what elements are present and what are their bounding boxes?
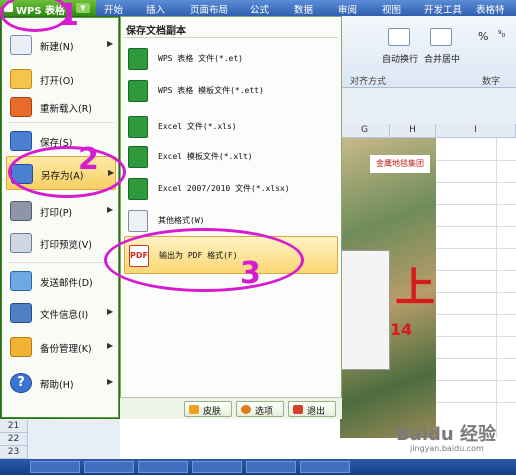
print-preview-icon — [10, 233, 32, 253]
reload-icon — [10, 97, 32, 117]
tab-insert[interactable]: 插入 — [146, 2, 165, 16]
wrap-text-button[interactable]: 自动换行 — [382, 52, 418, 65]
grid-line — [436, 314, 516, 315]
menu-item-print-preview[interactable]: 打印预览(V) — [6, 226, 116, 260]
skin-button[interactable]: 皮肤 — [184, 401, 232, 417]
taskbar-item[interactable] — [246, 461, 296, 473]
poster-badge: 金鹰地毯集团 — [370, 155, 430, 173]
tab-table-special[interactable]: 表格特 — [476, 2, 505, 16]
annotation-circle-3 — [104, 228, 304, 292]
gear-icon — [241, 405, 251, 414]
annotation-number-2: 2 — [78, 142, 99, 177]
grid-line — [436, 182, 516, 183]
save-icon — [10, 131, 32, 151]
menu-item-backup[interactable]: 备份管理(K) ▶ — [6, 330, 116, 364]
column-header-i[interactable]: I — [436, 124, 516, 138]
taskbar-item[interactable] — [84, 461, 134, 473]
tab-page-layout[interactable]: 页面布局 — [190, 2, 228, 16]
merge-center-icon[interactable] — [430, 28, 452, 46]
tab-developer[interactable]: 开发工具 — [424, 2, 462, 16]
menu-item-help[interactable]: ? 帮助(H) ▶ — [6, 366, 116, 400]
grid-line — [436, 248, 516, 249]
poster-panel — [340, 250, 390, 370]
annotation-circle-2 — [8, 146, 126, 198]
exit-button[interactable]: 退出 — [288, 401, 336, 417]
annotation-number-1: 1 — [58, 0, 79, 33]
taskbar-item[interactable] — [192, 461, 242, 473]
grid-line — [436, 292, 516, 293]
skin-icon — [189, 405, 199, 414]
new-file-icon — [10, 35, 32, 55]
taskbar-item[interactable] — [138, 461, 188, 473]
file-info-icon — [10, 303, 32, 323]
tab-formulas[interactable]: 公式 — [250, 2, 269, 16]
options-button[interactable]: 选项 — [236, 401, 284, 417]
other-format-icon — [128, 210, 148, 232]
menu-item-send-mail[interactable]: 发送邮件(D) — [6, 264, 116, 298]
wrap-text-icon[interactable] — [388, 28, 410, 46]
menu-separator — [8, 122, 114, 123]
submenu-divider — [124, 37, 338, 38]
chevron-right-icon: ▶ — [107, 377, 114, 386]
submenu-title: 保存文档副本 — [126, 26, 186, 37]
taskbar-item[interactable] — [300, 461, 350, 473]
ett-file-icon — [128, 80, 148, 102]
chevron-right-icon: ▶ — [107, 205, 114, 214]
open-folder-icon — [10, 69, 32, 89]
xlt-file-icon — [128, 146, 148, 168]
row-header-22[interactable]: 22 — [0, 433, 28, 446]
grid-line — [496, 138, 497, 438]
menu-item-reload[interactable]: 重新载入(R) — [6, 90, 116, 124]
print-icon — [10, 201, 32, 221]
poster-big-text: 上 — [395, 265, 435, 311]
percent-button[interactable]: % — [478, 30, 488, 43]
merge-center-button[interactable]: 合并居中 — [424, 52, 460, 65]
menu-item-new[interactable]: 新建(N) ▶ — [6, 28, 116, 62]
chevron-right-icon: ▶ — [107, 39, 114, 48]
save-as-ett[interactable]: WPS 表格 模板文件(*.ett) — [124, 72, 338, 110]
grid-line — [436, 160, 516, 161]
annotation-number-3: 3 — [240, 256, 261, 291]
help-icon: ? — [10, 373, 32, 393]
grid-line — [436, 226, 516, 227]
menu-separator — [8, 262, 114, 263]
chevron-right-icon: ▶ — [107, 307, 114, 316]
grid-line — [436, 204, 516, 205]
xlsx-file-icon — [128, 178, 148, 200]
watermark-url: jingyan.baidu.com — [410, 444, 484, 453]
xls-file-icon — [128, 116, 148, 138]
tab-view[interactable]: 视图 — [382, 2, 401, 16]
et-file-icon — [128, 48, 148, 70]
grid-line — [436, 270, 516, 271]
tab-home[interactable]: 开始 — [104, 2, 123, 16]
tab-review[interactable]: 审阅 — [338, 2, 357, 16]
backup-icon — [10, 337, 32, 357]
taskbar-item[interactable] — [30, 461, 80, 473]
row-header-23[interactable]: 23 — [0, 446, 28, 459]
align-group-label: 对齐方式 — [350, 77, 387, 87]
grid-line — [436, 402, 516, 403]
menu-item-print[interactable]: 打印(P) ▶ — [6, 194, 116, 228]
close-icon — [293, 405, 303, 414]
number-group-label: 数字 — [482, 77, 501, 87]
grid-line — [436, 358, 516, 359]
comma-style-button[interactable]: ⁹₀ — [498, 30, 505, 40]
column-header-g[interactable]: G — [340, 124, 390, 138]
menu-item-file-info[interactable]: 文件信息(I) ▶ — [6, 296, 116, 330]
column-header-h[interactable]: H — [390, 124, 436, 138]
chevron-right-icon: ▶ — [107, 341, 114, 350]
row-header-21[interactable]: 21 — [0, 420, 28, 433]
grid-line — [436, 336, 516, 337]
send-mail-icon — [10, 271, 32, 291]
watermark-brand: Baidu 经验 — [396, 424, 497, 445]
grid-line — [436, 380, 516, 381]
tab-data[interactable]: 数据 — [294, 2, 313, 16]
poster-number: 14 — [390, 320, 413, 339]
